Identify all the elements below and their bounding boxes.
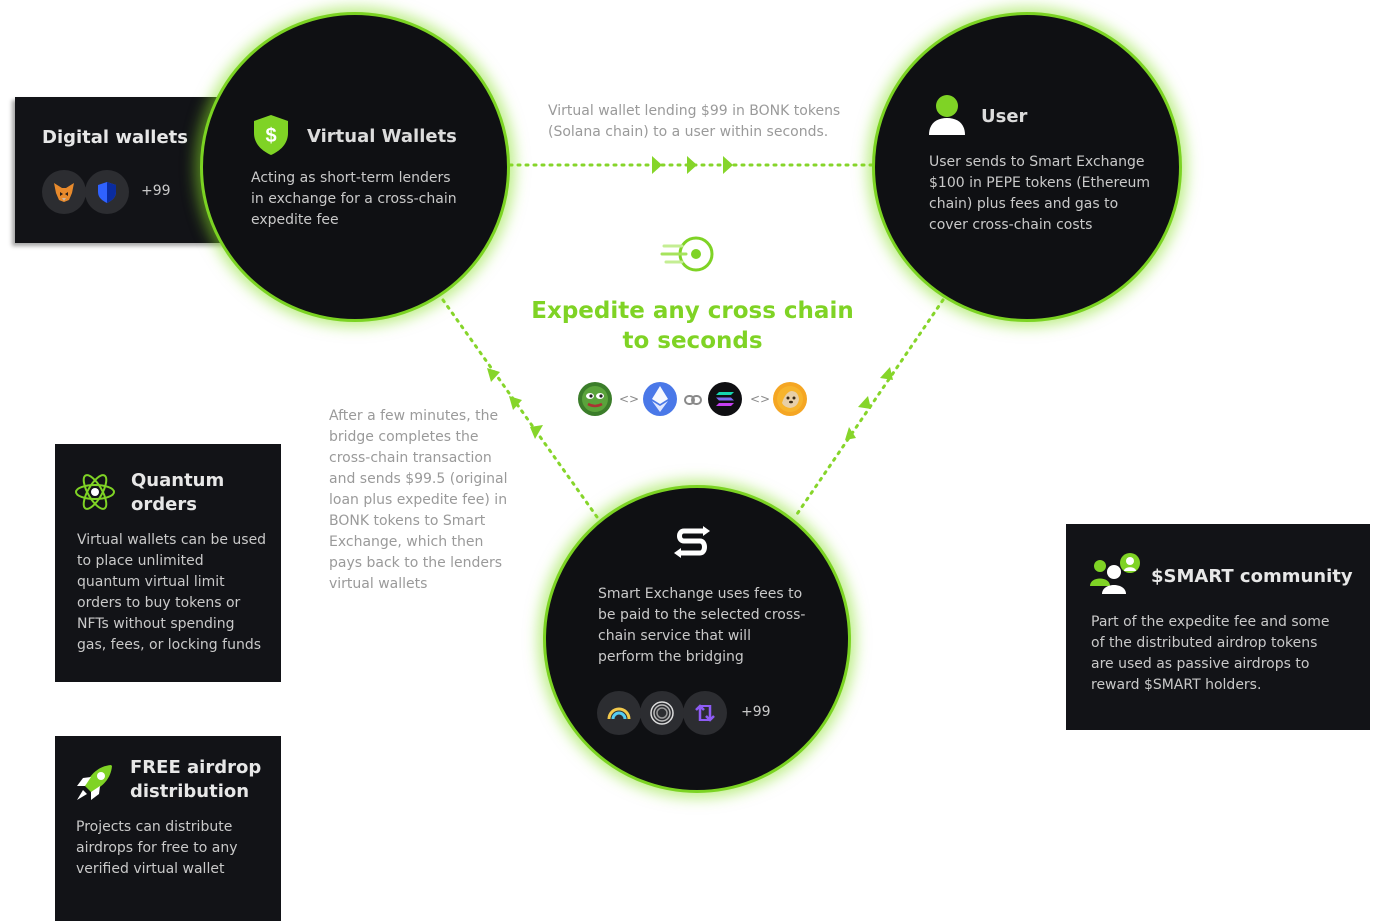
- pepe-icon: [578, 382, 612, 416]
- smart-exchange-body: Smart Exchange uses fees to be paid to t…: [598, 586, 806, 665]
- rainbow-bridge-icon: [597, 691, 641, 735]
- smart-exchange-logo-icon: [672, 523, 712, 567]
- bridge-note: After a few minutes, the bridge complete…: [329, 408, 508, 592]
- free-airdrop-title: FREE airdrop distribution: [130, 757, 262, 802]
- bonk-icon: [773, 382, 807, 416]
- virtual-wallets-title: Virtual Wallets: [307, 126, 457, 147]
- digital-wallets-title: Digital wallets: [42, 127, 188, 148]
- metamask-fox-icon: [42, 170, 86, 214]
- user-title: User: [981, 106, 1028, 127]
- smart-exchange-more: +99: [741, 704, 771, 720]
- hero-title: Expedite any cross chain to seconds: [531, 298, 854, 354]
- digital-wallets-panel: Digital wallets +99: [15, 97, 230, 243]
- free-airdrop-panel: FREE airdrop distribution Projects can d…: [55, 736, 281, 921]
- digital-wallets-more: +99: [141, 183, 171, 199]
- fast-target-icon: [660, 234, 714, 278]
- dollar-shield-icon: $: [251, 113, 291, 161]
- smart-community-panel: $SMART community Part of the expedite fe…: [1066, 524, 1370, 730]
- smart-community-title: $SMART community: [1151, 566, 1353, 587]
- quantum-orders-title: Quantum orders: [131, 470, 225, 515]
- ring-icon: [640, 691, 684, 735]
- quantum-orders-panel: Quantum orders Virtual wallets can be us…: [55, 444, 281, 682]
- link-icon: [684, 392, 702, 411]
- shield-wallet-icon: [85, 170, 129, 214]
- virtual-wallets-circle: [200, 12, 510, 322]
- user-icon: [928, 94, 966, 140]
- swap-arrows-icon: [683, 691, 727, 735]
- ethereum-icon: [643, 382, 677, 416]
- solana-icon: [708, 382, 742, 416]
- rocket-icon: [73, 760, 117, 808]
- community-icon: [1090, 552, 1142, 598]
- svg-text:$: $: [265, 125, 276, 147]
- smart-community-body: Part of the expedite fee and some of the…: [1091, 614, 1330, 693]
- user-body: User sends to Smart Exchange $100 in PEP…: [929, 154, 1151, 233]
- atom-icon: [73, 470, 117, 518]
- lending-note: Virtual wallet lending $99 in BONK token…: [548, 103, 841, 140]
- separator-1: <>: [619, 392, 640, 406]
- virtual-wallets-body: Acting as short-term lenders in exchange…: [251, 170, 457, 228]
- quantum-orders-body: Virtual wallets can be used to place unl…: [77, 532, 267, 653]
- free-airdrop-body: Projects can distribute airdrops for fre…: [76, 819, 238, 877]
- separator-2: <>: [750, 392, 771, 406]
